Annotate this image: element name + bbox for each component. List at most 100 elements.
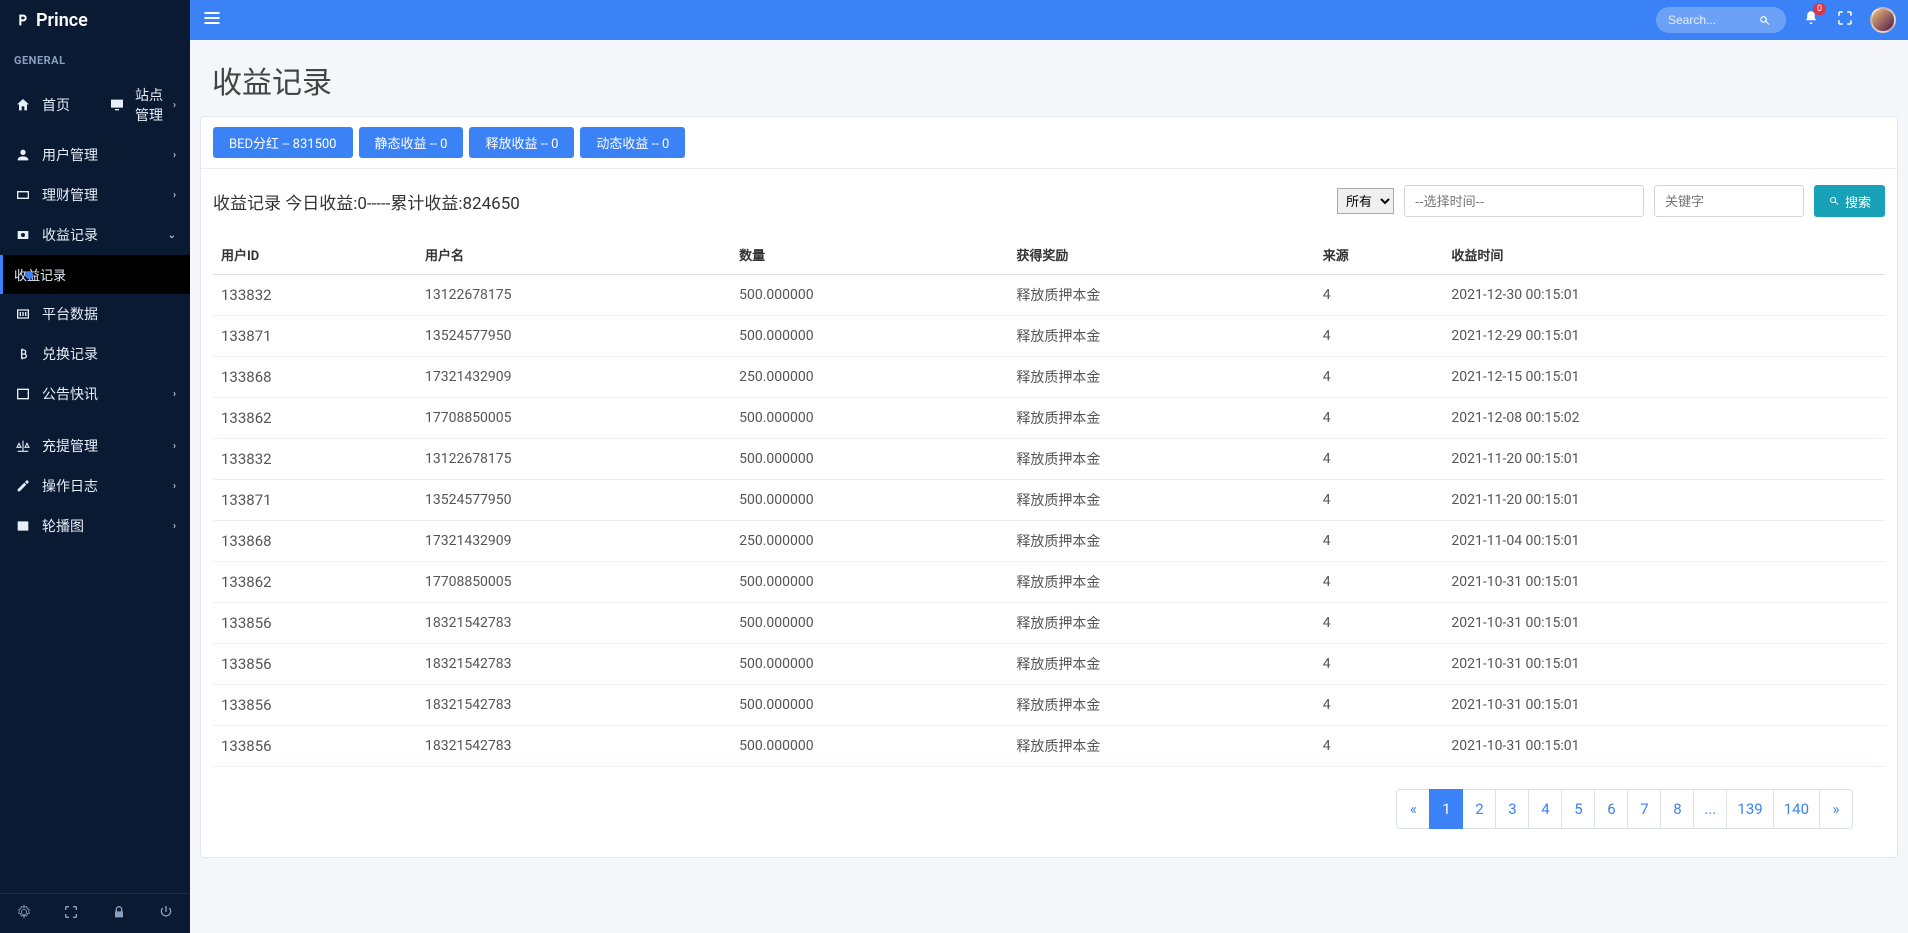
user-icon bbox=[14, 147, 32, 163]
table-cell: 释放质押本金 bbox=[1008, 275, 1314, 316]
table-cell: 13122678175 bbox=[417, 275, 731, 316]
summary-pills: BED分红 -- 831500 静态收益 -- 0 释放收益 -- 0 动态收益… bbox=[201, 117, 1897, 168]
page-1[interactable]: 1 bbox=[1429, 789, 1463, 829]
table-cell: 2021-12-15 00:15:01 bbox=[1443, 357, 1885, 398]
avatar[interactable] bbox=[1870, 7, 1896, 33]
table-cell: 17708850005 bbox=[417, 562, 731, 603]
notifications-button[interactable]: 0 bbox=[1802, 9, 1820, 31]
table-row: 13386217708850005500.000000释放质押本金42021-1… bbox=[213, 562, 1885, 603]
table-cell: 释放质押本金 bbox=[1008, 726, 1314, 767]
brand-logo[interactable]: Prince bbox=[0, 0, 190, 40]
table-row: 13387113524577950500.000000释放质押本金42021-1… bbox=[213, 480, 1885, 521]
table-cell: 133856 bbox=[213, 603, 417, 644]
sidebar: Prince GENERAL 首页 站点管理 › 用户管理 › 理财管理 › bbox=[0, 0, 190, 933]
table-cell: 500.000000 bbox=[731, 685, 1008, 726]
nav-home-label: 首页 bbox=[42, 95, 70, 115]
nav-finance[interactable]: 理财管理 › bbox=[0, 175, 190, 215]
table-cell: 13524577950 bbox=[417, 480, 731, 521]
records-table: 用户ID用户名数量获得奖励来源收益时间 13383213122678175500… bbox=[213, 235, 1885, 767]
nav-deposit[interactable]: 充提管理 › bbox=[0, 426, 190, 466]
table-cell: 18321542783 bbox=[417, 726, 731, 767]
table-cell: 2021-10-31 00:15:01 bbox=[1443, 726, 1885, 767]
nav-home[interactable]: 首页 bbox=[0, 75, 95, 135]
table-cell: 133862 bbox=[213, 562, 417, 603]
table-row: 13385618321542783500.000000释放质押本金42021-1… bbox=[213, 685, 1885, 726]
pill-release[interactable]: 释放收益 -- 0 bbox=[469, 127, 574, 158]
hamburger-icon[interactable] bbox=[202, 8, 222, 32]
brand-text: Prince bbox=[36, 10, 88, 31]
nav-platform[interactable]: 平台数据 bbox=[0, 294, 190, 334]
page-7[interactable]: 7 bbox=[1627, 789, 1661, 829]
main-content: 收益记录 BED分红 -- 831500 静态收益 -- 0 释放收益 -- 0… bbox=[190, 0, 1908, 858]
page-ellipsis[interactable]: ... bbox=[1693, 789, 1727, 829]
filter-type-select[interactable]: 所有 bbox=[1337, 188, 1394, 214]
nav-oplog[interactable]: 操作日志 › bbox=[0, 466, 190, 506]
global-search[interactable] bbox=[1656, 7, 1786, 33]
page-3[interactable]: 3 bbox=[1495, 789, 1529, 829]
nav-oplog-label: 操作日志 bbox=[42, 476, 98, 496]
lock-icon[interactable] bbox=[111, 904, 127, 924]
table-cell: 133862 bbox=[213, 398, 417, 439]
search-input[interactable] bbox=[1668, 13, 1758, 27]
chevron-right-icon: › bbox=[173, 521, 176, 532]
nav-site-label: 站点管理 bbox=[135, 85, 173, 125]
page-next[interactable]: » bbox=[1819, 789, 1853, 829]
table-cell: 释放质押本金 bbox=[1008, 480, 1314, 521]
column-header: 获得奖励 bbox=[1008, 235, 1314, 275]
fullscreen-icon bbox=[1836, 9, 1854, 27]
page-prev[interactable]: « bbox=[1396, 789, 1430, 829]
table-cell: 500.000000 bbox=[731, 480, 1008, 521]
pagination: «12345678...139140» bbox=[201, 767, 1897, 857]
notification-badge: 0 bbox=[1813, 3, 1826, 15]
nav-notice[interactable]: 公告快讯 › bbox=[0, 374, 190, 414]
page-4[interactable]: 4 bbox=[1528, 789, 1562, 829]
table-cell: 17321432909 bbox=[417, 357, 731, 398]
nav-income[interactable]: 收益记录 ⌄ bbox=[0, 215, 190, 255]
table-row: 13386217708850005500.000000释放质押本金42021-1… bbox=[213, 398, 1885, 439]
page-139[interactable]: 139 bbox=[1726, 789, 1773, 829]
table-cell: 4 bbox=[1315, 521, 1444, 562]
table-cell: 释放质押本金 bbox=[1008, 357, 1314, 398]
table-cell: 4 bbox=[1315, 562, 1444, 603]
nav-exchange[interactable]: 兑换记录 bbox=[0, 334, 190, 374]
page-2[interactable]: 2 bbox=[1462, 789, 1496, 829]
nav-user-label: 用户管理 bbox=[42, 145, 98, 165]
search-button-label: 搜索 bbox=[1845, 192, 1871, 211]
table-cell: 2021-10-31 00:15:01 bbox=[1443, 685, 1885, 726]
table-cell: 500.000000 bbox=[731, 603, 1008, 644]
table-cell: 2021-12-08 00:15:02 bbox=[1443, 398, 1885, 439]
page-5[interactable]: 5 bbox=[1561, 789, 1595, 829]
table-cell: 18321542783 bbox=[417, 644, 731, 685]
gear-icon[interactable] bbox=[16, 904, 32, 924]
wallet-icon bbox=[14, 187, 32, 203]
nav-income-records[interactable]: 收益记录 bbox=[0, 255, 190, 294]
scale-icon bbox=[14, 438, 32, 454]
table-cell: 2021-11-20 00:15:01 bbox=[1443, 480, 1885, 521]
fullscreen-button[interactable] bbox=[1836, 9, 1854, 31]
page-140[interactable]: 140 bbox=[1773, 789, 1820, 829]
table-cell: 4 bbox=[1315, 603, 1444, 644]
nav-user[interactable]: 用户管理 › bbox=[0, 135, 190, 175]
page-title: 收益记录 bbox=[190, 40, 1908, 116]
table-cell: 2021-10-31 00:15:01 bbox=[1443, 603, 1885, 644]
page-8[interactable]: 8 bbox=[1660, 789, 1694, 829]
page-6[interactable]: 6 bbox=[1594, 789, 1628, 829]
search-button[interactable]: 搜索 bbox=[1814, 185, 1885, 217]
pill-static[interactable]: 静态收益 -- 0 bbox=[359, 127, 464, 158]
filter-time-input[interactable] bbox=[1404, 185, 1644, 217]
filter-row: 收益记录 今日收益:0-----累计收益:824650 所有 搜索 bbox=[201, 169, 1897, 225]
pill-dynamic[interactable]: 动态收益 -- 0 bbox=[580, 127, 685, 158]
chevron-right-icon: › bbox=[173, 441, 176, 452]
power-icon[interactable] bbox=[158, 904, 174, 924]
nav-carousel[interactable]: 轮播图 › bbox=[0, 506, 190, 546]
chevron-down-icon: ⌄ bbox=[168, 230, 176, 241]
pill-bed[interactable]: BED分红 -- 831500 bbox=[213, 127, 353, 158]
expand-icon[interactable] bbox=[63, 904, 79, 924]
table-cell: 释放质押本金 bbox=[1008, 685, 1314, 726]
table-cell: 133856 bbox=[213, 726, 417, 767]
nav-site[interactable]: 站点管理 › bbox=[95, 75, 190, 135]
table-cell: 133832 bbox=[213, 439, 417, 480]
content-card: BED分红 -- 831500 静态收益 -- 0 释放收益 -- 0 动态收益… bbox=[200, 116, 1898, 858]
topbar: 0 bbox=[190, 0, 1908, 40]
filter-keyword-input[interactable] bbox=[1654, 185, 1804, 217]
